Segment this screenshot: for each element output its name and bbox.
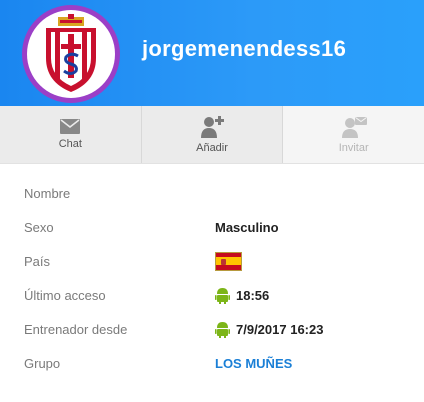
add-friend-button[interactable]: Añadir <box>140 106 283 163</box>
row-nombre: Nombre <box>0 176 424 210</box>
profile-header: jorgemenendess16 <box>0 0 424 106</box>
pais-value <box>215 251 242 271</box>
add-label: Añadir <box>196 141 228 154</box>
mail-icon <box>60 119 81 134</box>
android-icon <box>215 287 230 304</box>
row-grupo: Grupo LOS MUÑES <box>0 346 424 380</box>
android-icon <box>215 321 230 338</box>
avatar[interactable] <box>22 5 120 103</box>
row-sexo: Sexo Masculino <box>0 210 424 244</box>
username: jorgemenendess16 <box>142 36 347 61</box>
invite-label: Invitar <box>338 141 369 154</box>
entrenador-label: Entrenador desde <box>24 321 128 337</box>
sexo-label: Sexo <box>24 219 54 235</box>
spain-flag-icon <box>215 251 242 271</box>
profile-info: Nombre Sexo Masculino País Último acceso… <box>0 176 424 380</box>
ultimo-acceso-label: Último acceso <box>24 287 106 303</box>
sexo-value: Masculino <box>215 219 279 235</box>
nombre-label: Nombre <box>24 185 71 201</box>
row-pais: País <box>0 244 424 278</box>
grupo-link[interactable]: LOS MUÑES <box>215 356 292 371</box>
chat-button[interactable]: Chat <box>0 106 141 163</box>
add-user-icon <box>201 115 224 138</box>
entrenador-value: 7/9/2017 16:23 <box>215 321 323 338</box>
ultimo-acceso-value: 18:56 <box>215 287 269 304</box>
ultimo-acceso-text: 18:56 <box>236 287 270 303</box>
action-bar: Chat Añadir Invitar <box>0 106 424 164</box>
pais-label: País <box>24 253 51 269</box>
row-entrenador: Entrenador desde 7/9/2017 16:23 <box>0 312 424 346</box>
grupo-label: Grupo <box>24 355 61 371</box>
club-crest-icon <box>27 10 115 98</box>
entrenador-text: 7/9/2017 16:23 <box>236 321 324 337</box>
chat-label: Chat <box>58 138 82 150</box>
row-ultimo-acceso: Último acceso 18:56 <box>0 278 424 312</box>
invite-user-icon <box>341 116 367 138</box>
invite-button[interactable]: Invitar <box>282 106 424 163</box>
